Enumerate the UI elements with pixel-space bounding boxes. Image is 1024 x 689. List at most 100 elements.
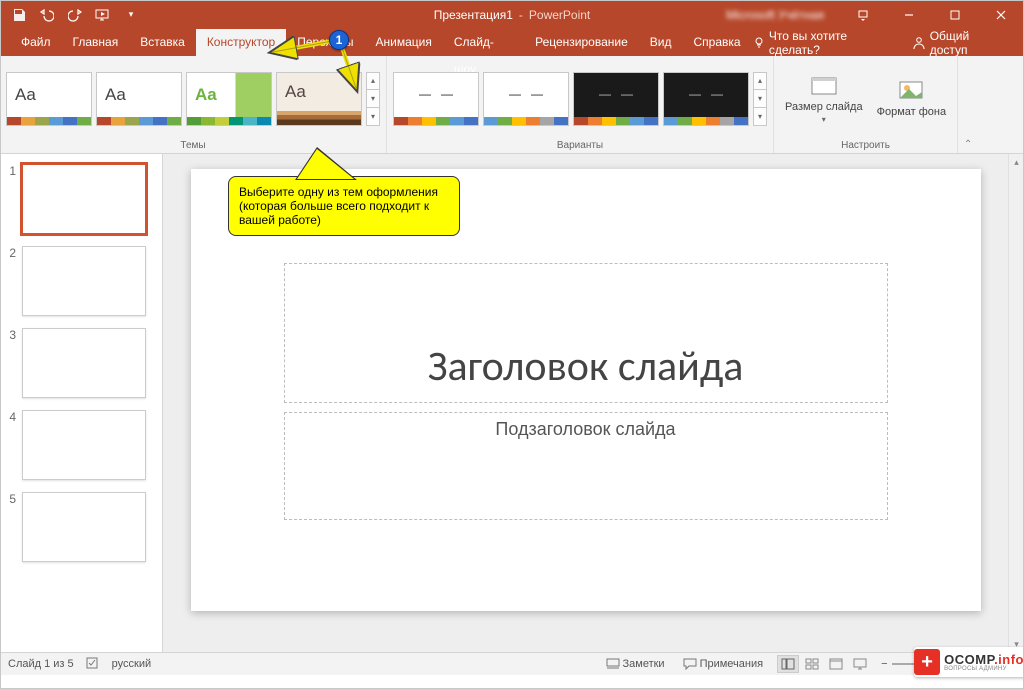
- variants-gallery-buttons: ▴ ▾ ▾: [753, 72, 767, 126]
- variant-thumb-2[interactable]: ▬▬▬▬: [483, 72, 569, 126]
- slide-thumbnail-4[interactable]: [22, 410, 146, 480]
- thumb-number: 5: [4, 492, 16, 562]
- variant-thumb-4[interactable]: ▬▬▬▬: [663, 72, 749, 126]
- tab-slideshow[interactable]: Слайд-шоу: [443, 29, 524, 56]
- theme-thumb-2[interactable]: Aa: [96, 72, 182, 126]
- document-name: Презентация1: [434, 8, 513, 22]
- start-slideshow-icon[interactable]: [90, 3, 116, 27]
- tell-me-label: Что вы хотите сделать?: [769, 29, 895, 57]
- thumb-number: 4: [4, 410, 16, 480]
- variant-thumb-1[interactable]: ▬▬▬▬: [393, 72, 479, 126]
- notes-label: Заметки: [623, 658, 665, 670]
- title-separator: -: [519, 8, 523, 22]
- dropdown-icon: ▾: [822, 115, 826, 124]
- title-placeholder-text: Заголовок слайда: [428, 341, 744, 392]
- format-bg-icon: [896, 78, 926, 104]
- person-icon: [912, 36, 925, 50]
- slide-size-icon: [809, 73, 839, 99]
- normal-view-icon[interactable]: [777, 655, 799, 673]
- zoom-out-icon[interactable]: −: [881, 658, 887, 670]
- thumb-number: 1: [4, 164, 16, 234]
- save-icon[interactable]: [6, 3, 32, 27]
- notes-icon: [606, 658, 620, 670]
- share-label: Общий доступ: [930, 29, 1006, 57]
- thumb-item: 1: [0, 164, 162, 234]
- app-name: PowerPoint: [529, 8, 590, 22]
- gallery-up-icon[interactable]: ▴: [754, 73, 766, 91]
- theme-thumb-1[interactable]: Aa: [6, 72, 92, 126]
- view-buttons: [777, 655, 871, 673]
- thumb-item: 2: [0, 246, 162, 316]
- slide-size-label: Размер слайда: [785, 101, 863, 113]
- tab-review[interactable]: Рецензирование: [524, 29, 639, 56]
- thumb-item: 3: [0, 328, 162, 398]
- variants-group-label: Варианты: [557, 138, 603, 153]
- reading-view-icon[interactable]: [825, 655, 847, 673]
- slide-size-button[interactable]: Размер слайда ▾: [780, 70, 868, 127]
- slide-thumbnail-3[interactable]: [22, 328, 146, 398]
- annotation-text: Выберите одну из тем оформления (которая…: [239, 185, 438, 227]
- tab-animations[interactable]: Анимация: [365, 29, 443, 56]
- gallery-down-icon[interactable]: ▾: [754, 90, 766, 108]
- quick-access-toolbar: ▾: [0, 3, 144, 27]
- spell-check-icon[interactable]: [86, 656, 100, 673]
- variant-thumb-3[interactable]: ▬▬▬▬: [573, 72, 659, 126]
- workspace: 1 2 3 4 5 Заголовок слайда Подзаголовок …: [0, 154, 1024, 652]
- gallery-more-icon[interactable]: ▾: [754, 108, 766, 125]
- thumb-number: 2: [4, 246, 16, 316]
- language-indicator[interactable]: русский: [112, 658, 151, 670]
- gallery-more-icon[interactable]: ▾: [367, 108, 379, 125]
- annotation-callout: Выберите одну из тем оформления (которая…: [228, 176, 460, 236]
- slide-thumbnails-panel: 1 2 3 4 5: [0, 154, 163, 652]
- thumb-item: 5: [0, 492, 162, 562]
- redo-icon[interactable]: [62, 3, 88, 27]
- close-icon[interactable]: [978, 0, 1024, 29]
- tab-view[interactable]: Вид: [639, 29, 683, 56]
- notes-button[interactable]: Заметки: [602, 658, 669, 670]
- comments-button[interactable]: Примечания: [679, 658, 768, 670]
- theme-thumb-3[interactable]: Aa: [186, 72, 272, 126]
- undo-icon[interactable]: [34, 3, 60, 27]
- source-watermark: + OCOMP.info ВОПРОСЫ АДМИНУ: [914, 647, 1024, 677]
- format-background-button[interactable]: Формат фона: [872, 75, 952, 121]
- share-button[interactable]: Общий доступ: [912, 29, 1006, 57]
- slide-thumbnail-2[interactable]: [22, 246, 146, 316]
- ribbon-tabs: Файл Главная Вставка Конструктор Переход…: [0, 29, 1024, 56]
- vertical-scrollbar[interactable]: ▴ ▾: [1008, 154, 1024, 652]
- lightbulb-icon: [752, 36, 765, 50]
- slideshow-view-icon[interactable]: [849, 655, 871, 673]
- thumb-number: 3: [4, 328, 16, 398]
- maximize-icon[interactable]: [932, 0, 978, 29]
- account-name[interactable]: Microsoft Учётная: [726, 8, 824, 22]
- tab-help[interactable]: Справка: [683, 29, 752, 56]
- slide-counter[interactable]: Слайд 1 из 5: [8, 658, 74, 670]
- title-placeholder[interactable]: Заголовок слайда: [284, 263, 888, 403]
- customize-group-label: Настроить: [841, 138, 890, 153]
- slide-thumbnail-5[interactable]: [22, 492, 146, 562]
- window-controls: [840, 0, 1024, 29]
- collapse-ribbon-icon[interactable]: ⌃: [958, 56, 978, 153]
- ribbon-group-variants: ▬▬▬▬ ▬▬▬▬ ▬▬▬▬ ▬▬▬▬ ▴ ▾ ▾ Варианты: [387, 56, 774, 153]
- title-bar: ▾ Презентация1 - PowerPoint Microsoft Уч…: [0, 0, 1024, 29]
- status-bar: Слайд 1 из 5 русский Заметки Примечания …: [0, 652, 1024, 675]
- window-title: Презентация1 - PowerPoint: [434, 8, 591, 22]
- subtitle-placeholder-text: Подзаголовок слайда: [495, 419, 675, 519]
- thumb-item: 4: [0, 410, 162, 480]
- tell-me-search[interactable]: Что вы хотите сделать?: [752, 29, 895, 57]
- tab-insert[interactable]: Вставка: [129, 29, 196, 56]
- sorter-view-icon[interactable]: [801, 655, 823, 673]
- format-bg-label: Формат фона: [877, 106, 947, 118]
- scroll-up-icon[interactable]: ▴: [1009, 154, 1024, 170]
- slide-thumbnail-1[interactable]: [22, 164, 146, 234]
- tab-file[interactable]: Файл: [10, 29, 62, 56]
- comments-icon: [683, 658, 697, 670]
- ribbon-options-icon[interactable]: [840, 0, 886, 29]
- minimize-icon[interactable]: [886, 0, 932, 29]
- themes-group-label: Темы: [180, 138, 205, 153]
- subtitle-placeholder[interactable]: Подзаголовок слайда: [284, 412, 888, 520]
- tab-home[interactable]: Главная: [62, 29, 130, 56]
- qat-customize-icon[interactable]: ▾: [118, 3, 144, 27]
- annotation-step-number: 1: [329, 30, 349, 50]
- comments-label: Примечания: [700, 658, 764, 670]
- ribbon: Aa Aa Aa Aa ▴ ▾ ▾ Темы: [0, 56, 1024, 154]
